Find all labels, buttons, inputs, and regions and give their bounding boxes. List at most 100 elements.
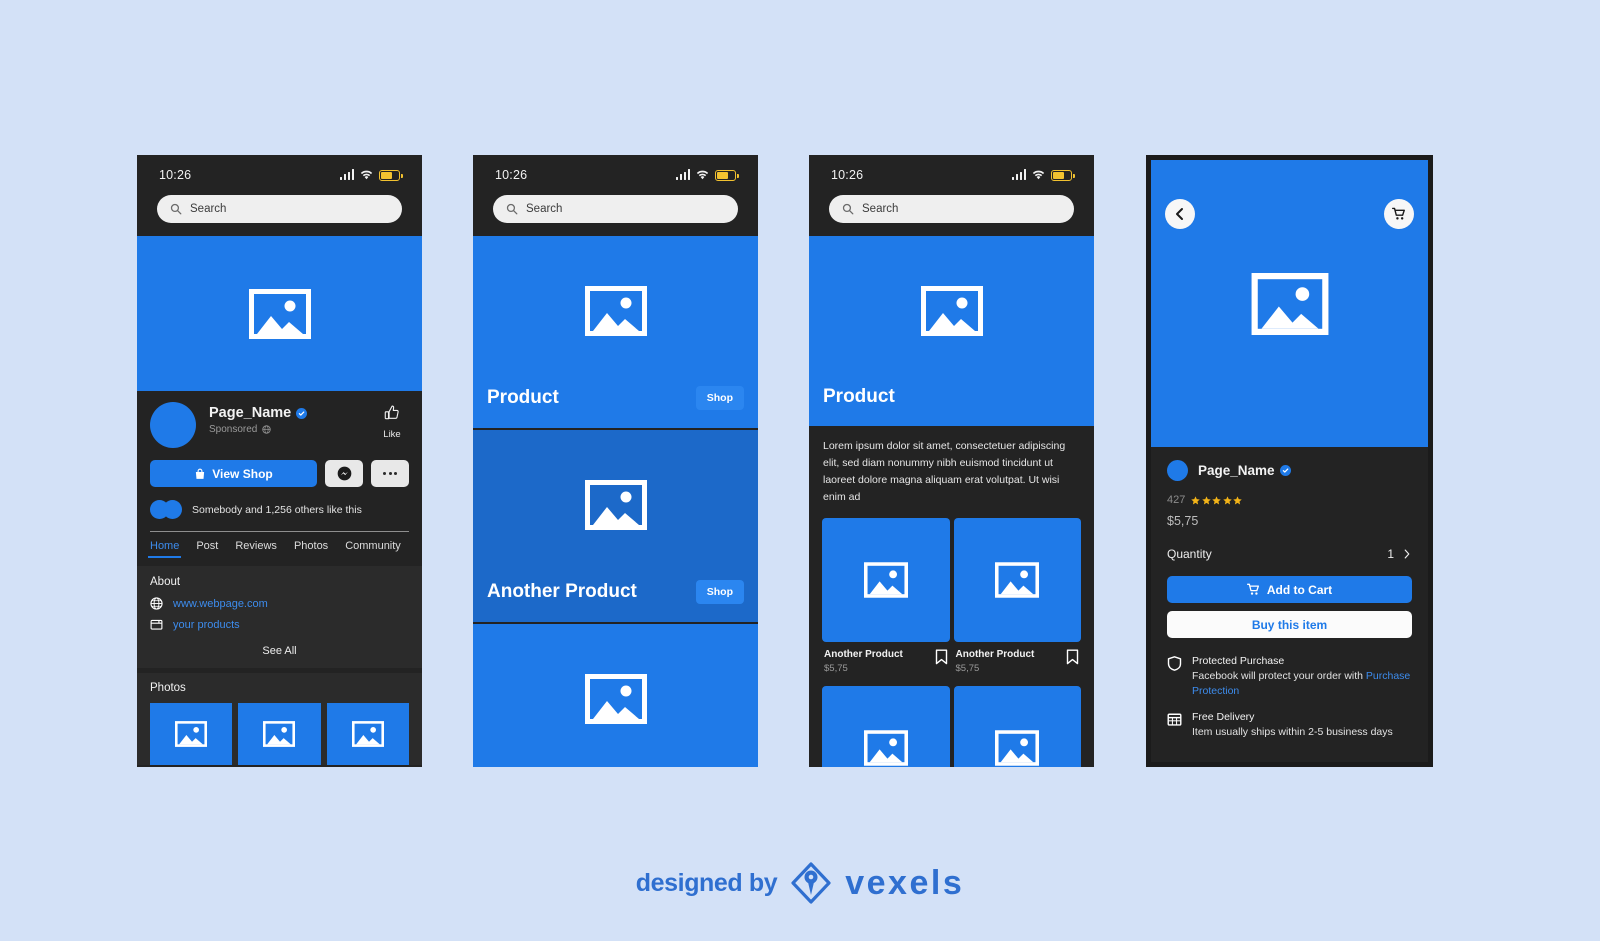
search-input[interactable]: Search <box>157 195 402 223</box>
product-grid-item[interactable]: Another Product $5,75 <box>953 518 1081 682</box>
see-all-button[interactable]: See All <box>150 639 409 657</box>
signal-bars-icon <box>339 169 354 180</box>
seller-row[interactable]: Page_Name <box>1167 460 1412 481</box>
bookmark-icon[interactable] <box>1066 649 1079 665</box>
image-placeholder-icon <box>175 721 208 747</box>
product-card[interactable]: Product Shop <box>473 236 758 430</box>
photo-thumbnail[interactable] <box>238 703 321 765</box>
image-placeholder-icon <box>351 721 384 747</box>
profile-tabs: Home Post Reviews Photos Community <box>147 531 409 564</box>
star-icon <box>1233 495 1243 504</box>
product-grid-item[interactable] <box>953 686 1081 767</box>
about-link-products-label[interactable]: your products <box>173 619 240 631</box>
star-icon <box>1191 495 1201 504</box>
seller-name: Page_Name <box>1198 463 1291 478</box>
tab-reviews[interactable]: Reviews <box>235 540 277 558</box>
status-icons <box>339 169 403 181</box>
product-image <box>473 236 758 386</box>
messenger-button[interactable] <box>325 460 363 487</box>
image-placeholder-icon <box>584 286 647 336</box>
chevron-left-icon <box>1176 208 1183 220</box>
thumbs-up-icon <box>384 405 399 420</box>
shopping-cart-icon <box>1392 207 1405 220</box>
battery-icon <box>1051 169 1075 181</box>
product-grid-name: Another Product <box>955 649 1035 660</box>
battery-icon <box>715 169 739 181</box>
photos-section: Photos <box>137 673 422 765</box>
info-desc-prefix: Facebook will protect your order with <box>1192 670 1366 682</box>
designed-by-label: designed by <box>635 868 778 897</box>
search-input[interactable]: Search <box>829 195 1074 223</box>
like-button[interactable]: Like <box>375 402 409 440</box>
phone-screen-product-list: 10:26 Search Product Shop Another Produc… <box>473 155 758 767</box>
add-to-cart-label: Add to Cart <box>1266 582 1333 597</box>
verified-badge-icon <box>1279 465 1291 476</box>
star-icon <box>1202 495 1211 504</box>
product-thumbnail <box>953 518 1081 642</box>
cover-photo[interactable] <box>137 236 422 391</box>
more-dots-icon <box>383 472 397 475</box>
chevron-right-icon <box>1404 549 1410 559</box>
seller-name-text: Page_Name <box>1198 463 1275 478</box>
search-bar-container: Search <box>137 195 422 236</box>
avatar[interactable] <box>150 402 196 448</box>
about-link-website-label[interactable]: www.webpage.com <box>173 598 268 610</box>
status-clock: 10:26 <box>831 168 864 182</box>
product-title: Another Product <box>487 581 637 602</box>
product-card[interactable]: Another Product Shop <box>473 430 758 624</box>
product-grid-price: $5,75 <box>955 663 980 674</box>
photos-grid <box>150 703 409 765</box>
wifi-icon <box>696 170 709 180</box>
view-shop-button[interactable]: View Shop <box>150 460 317 487</box>
cart-button[interactable] <box>1384 199 1414 229</box>
product-image <box>473 430 758 580</box>
about-link-products[interactable]: your products <box>150 618 409 631</box>
info-free-delivery: Free Delivery Item usually ships within … <box>1167 711 1412 740</box>
photo-thumbnail[interactable] <box>150 703 233 765</box>
search-text: Search <box>526 203 563 215</box>
search-text: Search <box>862 203 899 215</box>
tab-community[interactable]: Community <box>345 540 401 558</box>
product-grid-item[interactable]: Another Product $5,75 <box>822 518 950 682</box>
screenshot-canvas: 10:26 Search Page_Name Sponsored Like Vi… <box>0 0 1600 941</box>
status-bar: 10:26 <box>473 155 758 195</box>
search-input[interactable]: Search <box>493 195 738 223</box>
add-to-cart-button[interactable]: Add to Cart <box>1167 576 1412 603</box>
shop-button[interactable]: Shop <box>695 580 744 604</box>
more-options-button[interactable] <box>371 460 409 487</box>
image-placeholder-icon <box>1251 272 1328 335</box>
status-clock: 10:26 <box>159 168 192 182</box>
shopping-cart-icon <box>1246 583 1259 595</box>
about-link-website[interactable]: www.webpage.com <box>150 597 409 610</box>
hero-product[interactable]: Product <box>809 236 1094 426</box>
tab-home[interactable]: Home <box>147 540 182 558</box>
liked-by-text: Somebody and 1,256 others like this <box>192 503 362 516</box>
back-button[interactable] <box>1165 199 1195 229</box>
product-card[interactable] <box>473 624 758 767</box>
photos-title: Photos <box>150 682 186 694</box>
shop-button[interactable]: Shop <box>695 386 744 410</box>
quantity-row[interactable]: Quantity 1 <box>1167 547 1412 561</box>
tab-post[interactable]: Post <box>196 540 218 558</box>
search-text: Search <box>190 203 227 215</box>
search-bar-container: Search <box>809 195 1094 236</box>
globe-icon <box>150 597 163 610</box>
purchase-info-list: Protected Purchase Facebook will protect… <box>1167 655 1412 741</box>
product-image <box>473 624 758 767</box>
wifi-icon <box>360 170 373 180</box>
info-protected-purchase: Protected Purchase Facebook will protect… <box>1167 655 1412 699</box>
shopping-bag-icon <box>196 468 205 479</box>
tab-photos[interactable]: Photos <box>294 540 328 558</box>
photo-thumbnail[interactable] <box>326 703 409 765</box>
brand-label: vexels <box>845 863 965 902</box>
vexels-footer: designed by vexels <box>0 862 1600 904</box>
rating-row: 427 <box>1167 494 1412 506</box>
product-grid-item[interactable] <box>822 686 950 767</box>
search-icon <box>842 203 854 215</box>
product-description: Lorem ipsum dolor sit amet, consectetuer… <box>823 440 1066 503</box>
info-desc: Facebook will protect your order with Pu… <box>1192 669 1412 699</box>
page-name-text: Page_Name <box>209 405 292 421</box>
globe-icon <box>262 425 272 434</box>
buy-now-button[interactable]: Buy this item <box>1167 611 1412 638</box>
bookmark-icon[interactable] <box>935 649 948 665</box>
